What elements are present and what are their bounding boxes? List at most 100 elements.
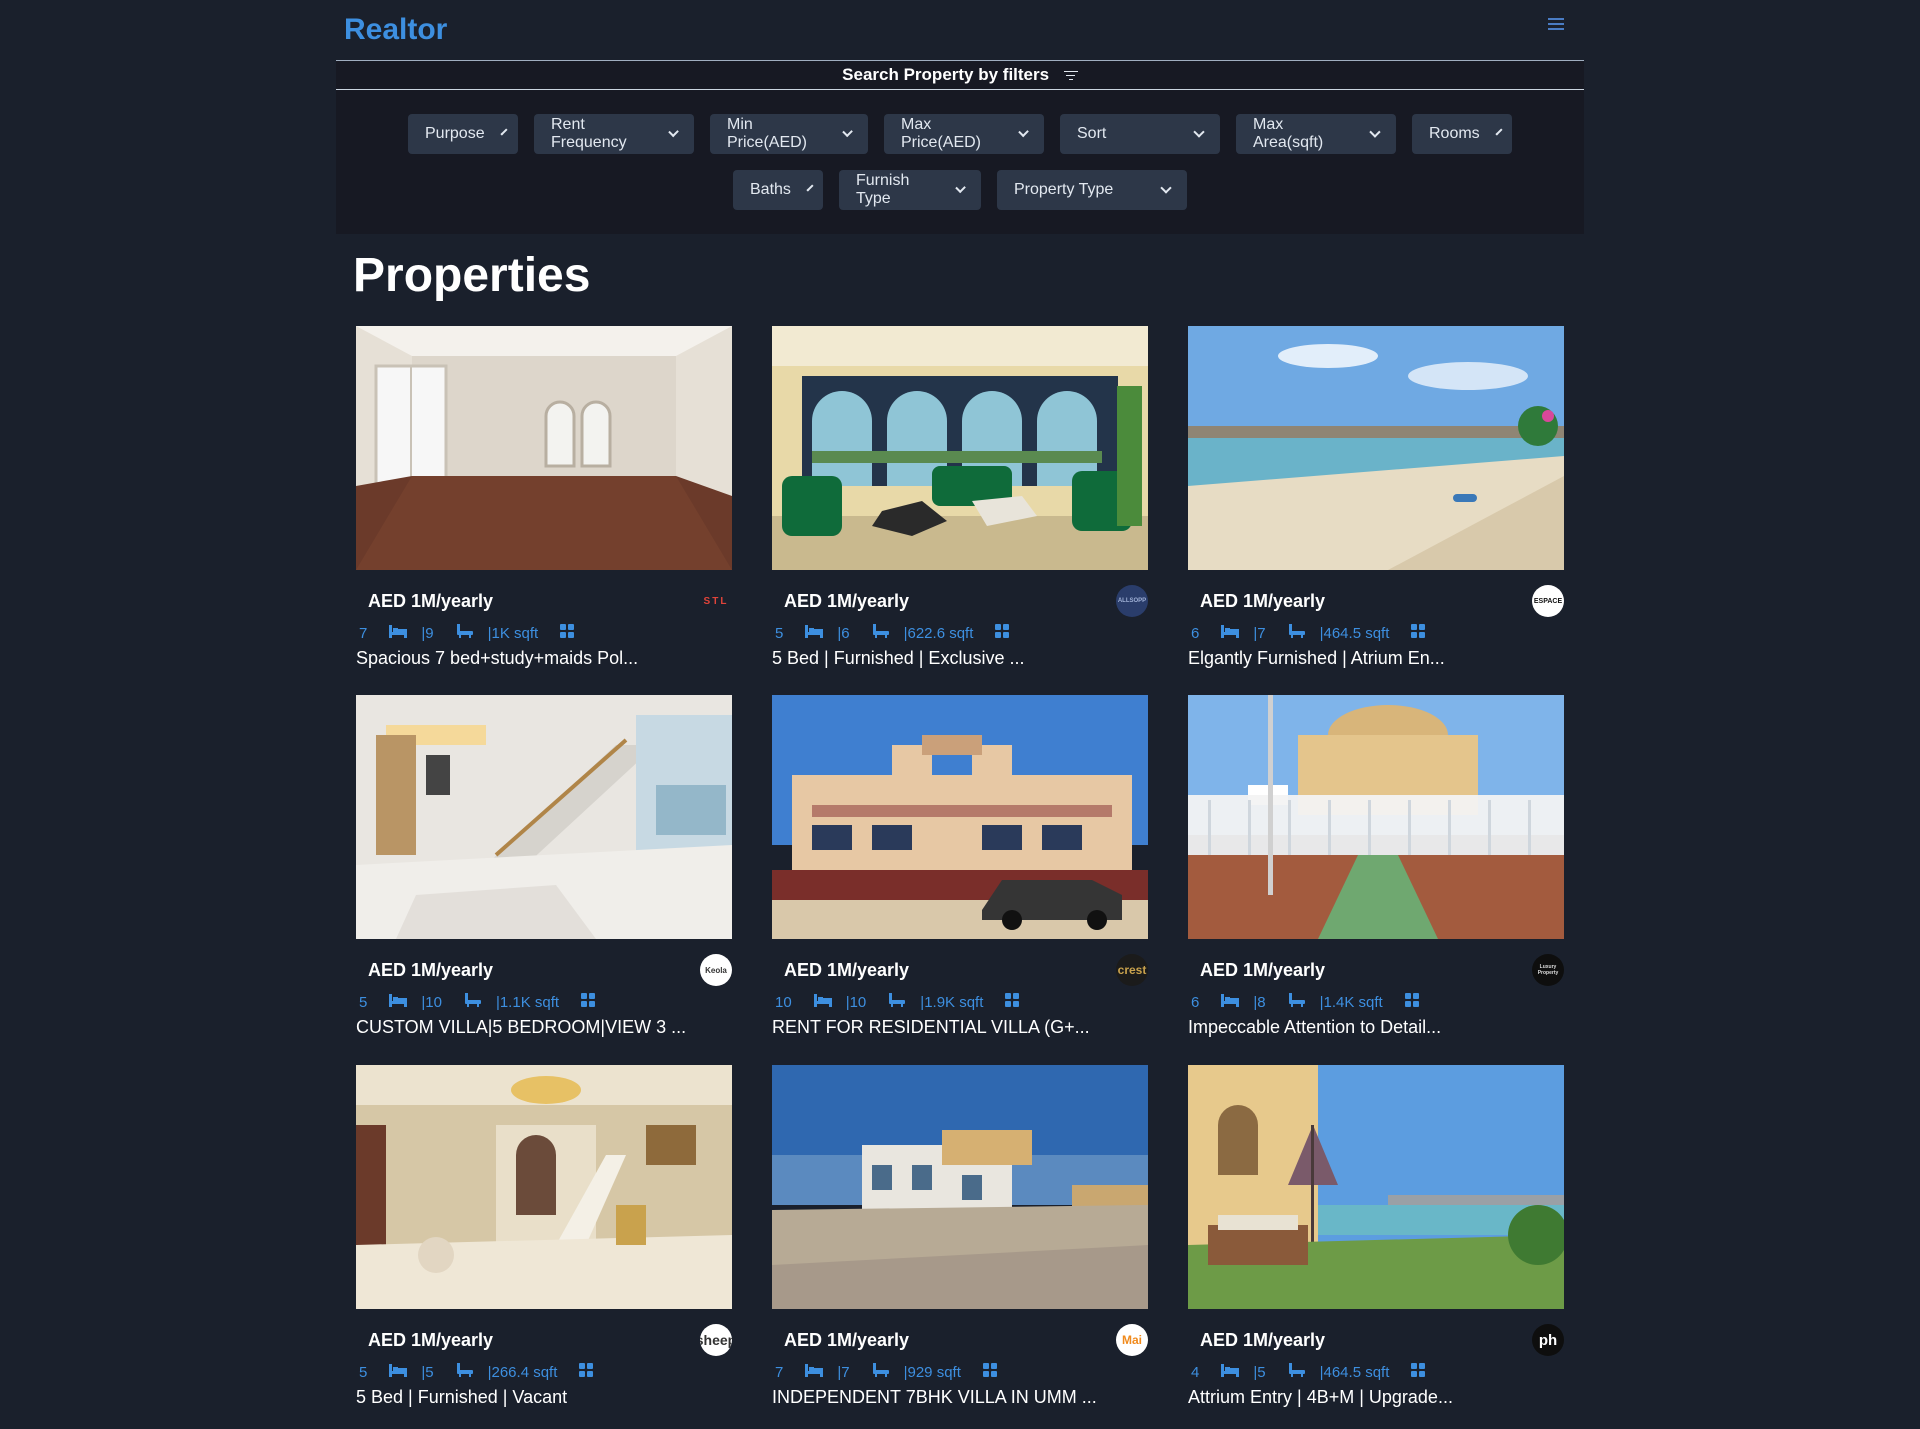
agency-logo: STL [703, 595, 729, 607]
property-photo[interactable] [356, 695, 732, 939]
agency-logo: sheep [700, 1324, 732, 1356]
hamburger-menu-icon[interactable] [1548, 18, 1564, 32]
baths-select[interactable]: Baths [733, 170, 823, 210]
property-stats: 10 | 10 | 1.9K sqft [775, 992, 1020, 1012]
rent-frequency-select[interactable]: Rent Frequency [534, 114, 694, 154]
property-photo[interactable] [1188, 695, 1564, 939]
filter-row-1: Purpose Rent Frequency Min Price(AED) Ma… [336, 114, 1584, 154]
agency-logo: Mai [1116, 1324, 1148, 1356]
area-grid-icon [581, 993, 596, 1011]
property-stats: 5 | 6 | 622.6 sqft [775, 623, 1010, 643]
property-photo[interactable] [772, 1065, 1148, 1309]
purpose-select[interactable]: Purpose [408, 114, 518, 154]
property-photo[interactable] [1188, 326, 1564, 570]
property-stats: 7 | 9 | 1K sqft [359, 623, 575, 643]
agency-logo: ESPACE [1532, 585, 1564, 617]
baths-count: 7 [1257, 624, 1266, 642]
bath-icon [872, 623, 890, 643]
baths-count: 9 [425, 624, 434, 642]
baths-count: 5 [425, 1363, 434, 1381]
min-price-select[interactable]: Min Price(AED) [710, 114, 868, 154]
filter-icon [1063, 68, 1078, 83]
bath-icon [464, 992, 482, 1012]
brand-logo[interactable]: Realtor [344, 13, 447, 47]
max-price-select[interactable]: Max Price(AED) [884, 114, 1044, 154]
bed-icon [1221, 1363, 1240, 1381]
bed-icon [389, 624, 408, 642]
property-type-select[interactable]: Property Type [997, 170, 1187, 210]
property-price: AED 1M/yearly [784, 591, 910, 611]
rooms-count: 6 [1191, 993, 1200, 1011]
property-price: AED 1M/yearly [368, 1330, 494, 1350]
chevron-down-icon [806, 183, 814, 192]
property-card[interactable]: AED 1M/yearly sheep 5 |5 |266.4 sqft 5 B… [356, 1065, 732, 1421]
select-label: Purpose [425, 125, 485, 142]
property-stats: 5 | 5 | 266.4 sqft [359, 1362, 594, 1382]
rooms-count: 7 [359, 624, 368, 642]
select-label: Furnish Type [856, 172, 910, 207]
baths-count: 7 [841, 1363, 850, 1381]
bath-icon [888, 992, 906, 1012]
chevron-down-icon [1160, 181, 1172, 194]
property-price: AED 1M/yearly [368, 591, 494, 611]
rooms-count: 4 [1191, 1363, 1200, 1381]
area-grid-icon [1411, 624, 1426, 642]
select-label: Baths [750, 181, 791, 198]
baths-count: 6 [841, 624, 850, 642]
max-area-select[interactable]: Max Area(sqft) [1236, 114, 1396, 154]
bed-icon [389, 993, 408, 1011]
property-card[interactable]: AED 1M/yearly Luxury Property 6 | 8 | 1.4K … [1188, 695, 1564, 1051]
bed-icon [813, 993, 832, 1011]
property-photo[interactable] [1188, 1065, 1564, 1309]
property-price: AED 1M/yearly [368, 960, 494, 980]
area-grid-icon [1411, 1363, 1426, 1381]
property-photo[interactable] [356, 1065, 732, 1309]
bath-icon [456, 1362, 474, 1382]
area-value: 929 sqft [907, 1363, 961, 1381]
rooms-select[interactable]: Rooms [1412, 114, 1512, 154]
agency-logo: ph [1532, 1324, 1564, 1356]
property-photo[interactable] [772, 695, 1148, 939]
property-card[interactable]: AED 1M/yearly ESPACE 6 | 7 | 464.5 sqft El… [1188, 326, 1564, 682]
rooms-count: 5 [359, 1363, 368, 1381]
area-value: 622.6 sqft [907, 624, 974, 642]
page-title: Properties [353, 249, 591, 302]
chevron-down-icon [667, 126, 679, 137]
area-grid-icon [1005, 993, 1020, 1011]
property-card[interactable]: AED 1M/yearly Mai 7 | 7 | 929 sqft INDEPEN… [772, 1065, 1148, 1421]
property-photo[interactable] [772, 326, 1148, 570]
agency-logo: Keola [700, 954, 732, 986]
rooms-count: 5 [359, 993, 368, 1011]
area-grid-icon [995, 624, 1010, 642]
furnish-type-select[interactable]: Furnish Type [839, 170, 981, 210]
property-price: AED 1M/yearly [784, 960, 910, 980]
property-card[interactable]: AED 1M/yearly crest 10 | 10 | 1.9K sqft RE… [772, 695, 1148, 1051]
area-value: 464.5 sqft [1323, 1363, 1390, 1381]
area-grid-icon [982, 1363, 997, 1381]
property-title: Impeccable Attention to Detail... [1188, 1017, 1442, 1037]
property-card[interactable]: AED 1M/yearly STL 7 | 9 | 1K sqft Spacious… [356, 326, 732, 682]
area-grid-icon [1404, 993, 1419, 1011]
property-stats: 6 | 8 | 1.4K sqft [1191, 992, 1419, 1012]
property-stats: 7 | 7 | 929 sqft [775, 1362, 997, 1382]
agency-logo: ALLSOPP [1116, 585, 1148, 617]
area-value: 1K sqft [491, 624, 539, 642]
area-grid-icon [579, 1363, 594, 1381]
filter-title: Search Property by filters [842, 65, 1050, 84]
area-value: 1.4K sqft [1323, 993, 1383, 1011]
property-photo[interactable] [356, 326, 732, 570]
property-card[interactable]: AED 1M/yearly ph 4 | 5 | 464.5 sqft Attriu… [1188, 1065, 1564, 1421]
area-value: 266.4 sqft [491, 1363, 558, 1381]
sort-select[interactable]: Sort [1060, 114, 1220, 154]
filter-toggle[interactable]: Search Property by filters [336, 61, 1584, 90]
property-card[interactable]: AED 1M/yearly ALLSOPP 5 | 6 | 622.6 sqft 5… [772, 326, 1148, 682]
area-value: 464.5 sqft [1323, 624, 1390, 642]
select-label: Property Type [1014, 181, 1114, 198]
baths-count: 10 [425, 993, 442, 1011]
chevron-down-icon [500, 127, 508, 136]
rooms-count: 6 [1191, 624, 1200, 642]
navbar: Realtor [336, 0, 1584, 61]
property-card[interactable]: AED 1M/yearly Keola 5 | 10 | 1.1K sqft CUS… [356, 695, 732, 1051]
agency-logo: crest [1116, 954, 1148, 986]
property-price: AED 1M/yearly [1200, 591, 1326, 611]
